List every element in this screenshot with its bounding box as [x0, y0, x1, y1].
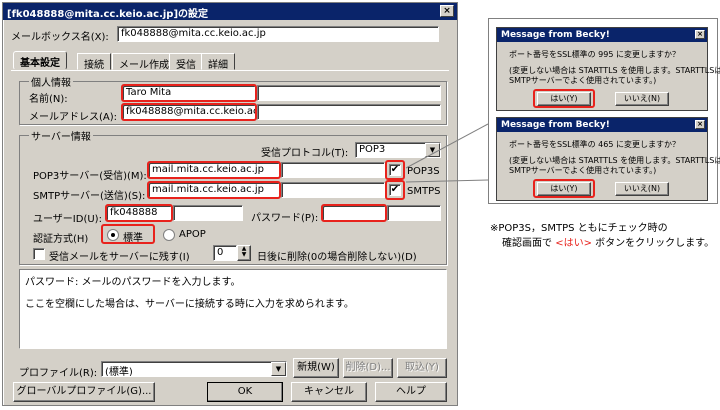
close-icon[interactable]: × [695, 30, 705, 39]
auth-method-label: 認証方式(H) [33, 234, 89, 245]
global-profile-button[interactable]: グローバルプロファイル(G)... [13, 382, 155, 402]
smtp-server-input[interactable]: mail.mita.cc.keio.ac.jp [147, 181, 281, 199]
message-box-smtps: Message from Becky! × ポート番号をSSL標準の 465 に… [496, 117, 720, 201]
help-text-line2: ここを空欄にした場合は、サーバーに接続する時に入力を求められます。 [25, 299, 354, 310]
cancel-button[interactable]: キャンセル [291, 382, 367, 402]
message1-line1: ポート番号をSSL標準の 995 に変更しますか？ [509, 50, 680, 59]
tab-details[interactable]: 詳細 [201, 53, 235, 71]
tab-connection[interactable]: 接続 [77, 53, 111, 71]
ok-button[interactable]: OK [207, 382, 283, 402]
auth-apop-radio[interactable] [163, 229, 175, 241]
import-profile-button[interactable]: 取込(Y) [397, 358, 447, 378]
message2-line2: (変更しない場合は STARTTLS を使用します。STARTTLSは、 [509, 156, 720, 165]
chevron-down-icon[interactable]: ▼ [271, 362, 286, 376]
tab-receive[interactable]: 受信 [169, 53, 203, 71]
pop3-server-input[interactable]: mail.mita.cc.keio.ac.jp [147, 161, 281, 179]
personal-info-legend: 個人情報 [29, 74, 73, 89]
delete-days-input[interactable]: 0 [213, 245, 237, 261]
message1-no-button[interactable]: いいえ(N) [615, 92, 669, 106]
leave-on-server-label: 受信メールをサーバーに残す(I) [49, 252, 190, 263]
mailbox-label: メールボックス名(X): [11, 32, 109, 43]
auth-standard-radio[interactable] [107, 229, 119, 241]
message-box-pop3s: Message from Becky! × ポート番号をSSL標準の 995 に… [496, 27, 720, 111]
caption-line1: ※POP3S，SMTPS ともにチェック時の [490, 223, 668, 234]
message2-line3: SMTPサーバーでよく使用されています。) [509, 166, 657, 175]
auth-apop-label: APOP [179, 229, 206, 240]
message2-title: Message from Becky! [497, 118, 707, 132]
delete-days-spinner[interactable]: ▲ ▼ [237, 245, 251, 261]
leave-on-server-checkbox[interactable] [33, 248, 45, 260]
protocol-label: 受信プロトコル(T): [261, 148, 349, 159]
user-id-input-extension[interactable] [173, 205, 243, 221]
email-address-label: メールアドレス(A): [29, 112, 118, 123]
dialog-title: [fk048888@mita.cc.keio.ac.jp]の設定 [7, 9, 209, 20]
pop3-server-input-extension[interactable] [281, 162, 385, 178]
close-icon[interactable]: × [695, 120, 705, 129]
delete-profile-button[interactable]: 削除(D)... [343, 358, 393, 378]
help-text-line1: パスワード: メールのパスワードを入力します。 [25, 277, 241, 288]
caption-line2-a: 確認画面で [502, 238, 556, 249]
caption-line2: 確認画面で <はい> ボタンをクリックします。 [502, 234, 714, 249]
tab-compose[interactable]: メール作成 [112, 53, 176, 71]
server-info-legend: サーバー情報 [29, 128, 93, 143]
tab-basic-settings[interactable]: 基本設定 [13, 51, 67, 70]
message1-line2: (変更しない場合は STARTTLS を使用します。STARTTLSは、 [509, 66, 720, 75]
message1-title: Message from Becky! [497, 28, 707, 42]
close-icon[interactable]: × [440, 5, 454, 17]
email-address-input-extension[interactable] [257, 104, 441, 120]
message1-yes-button[interactable]: はい(Y) [537, 92, 591, 106]
tab-divider [11, 70, 449, 71]
pop3-server-label: POP3サーバー(受信)(M): [33, 171, 147, 182]
caption-line2-c: ボタンをクリックします。 [591, 238, 715, 249]
password-label: パスワード(P): [251, 213, 319, 224]
profile-label: プロファイル(R): [19, 368, 98, 379]
password-input-extension[interactable] [387, 205, 441, 221]
user-id-input[interactable]: fk048888 [105, 204, 173, 222]
message1-line3: SMTPサーバーでよく使用されています。) [509, 76, 657, 85]
delete-days-suffix: 日後に削除(0の場合削除しない)(D) [257, 252, 417, 263]
smtp-server-label: SMTPサーバー(送信)(S): [33, 191, 146, 202]
profile-select[interactable]: (標準) [101, 361, 287, 377]
message2-line1: ポート番号をSSL標準の 465 に変更しますか？ [509, 140, 680, 149]
password-input[interactable] [321, 204, 387, 222]
name-label: 名前(N): [29, 94, 68, 105]
new-profile-button[interactable]: 新規(W) [293, 358, 339, 378]
help-button[interactable]: ヘルプ [375, 382, 447, 402]
settings-dialog: [fk048888@mita.cc.keio.ac.jp]の設定 × メールボッ… [2, 2, 458, 406]
message2-no-button[interactable]: いいえ(N) [615, 182, 669, 196]
name-input-extension[interactable] [257, 85, 441, 101]
user-id-label: ユーザーID(U): [33, 214, 102, 225]
dialog-titlebar: [fk048888@mita.cc.keio.ac.jp]の設定 [3, 3, 457, 20]
mailbox-name-input[interactable]: fk048888@mita.cc.keio.ac.jp [117, 26, 439, 42]
auth-standard-label: 標準 [123, 233, 143, 244]
callout-connector [405, 123, 489, 183]
caption-yes-highlight: <はい> [555, 238, 592, 249]
smtp-server-input-extension[interactable] [281, 182, 385, 198]
name-input[interactable]: Taro Mita [121, 84, 257, 102]
message2-yes-button[interactable]: はい(Y) [537, 182, 591, 196]
email-address-input[interactable]: fk048888@mita.cc.keio.ac.jp [121, 103, 257, 121]
